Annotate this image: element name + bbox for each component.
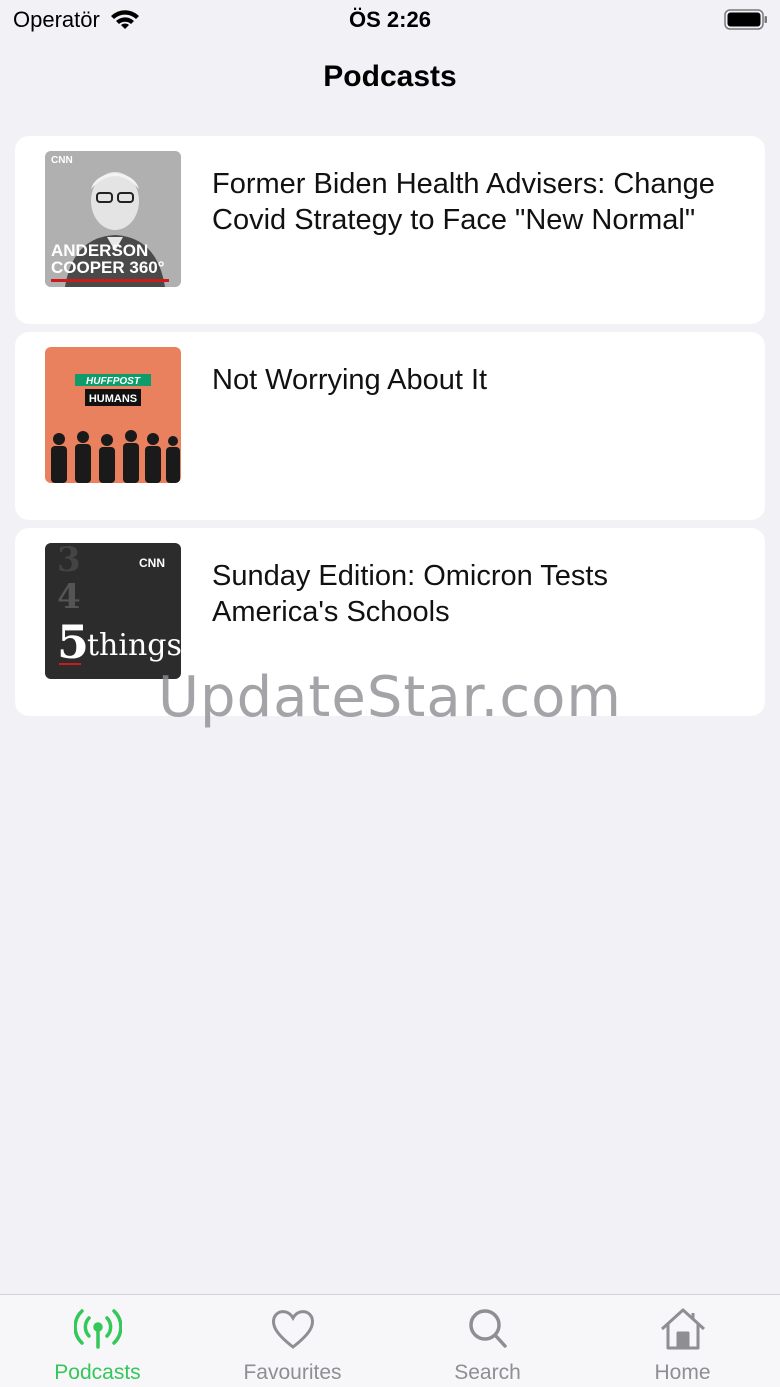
artwork-word: things [87,628,181,663]
page-title: Podcasts [323,60,457,93]
cnn-logo: CNN [51,155,73,166]
status-bar: Operatör ÖS 2:26 [0,0,780,40]
episode-card[interactable]: HUFFPOST HUMANS Not Worrying About It [15,332,765,520]
antenna-icon [74,1309,122,1349]
tab-label: Home [654,1361,711,1384]
episode-card[interactable]: CNN ANDERSON COOPER 360° Former Biden He… [15,136,765,324]
tab-label: Search [454,1361,521,1384]
tab-search[interactable]: Search [390,1295,585,1387]
artwork-ghost-number: 4 [57,577,81,617]
artwork-ghost-number: 3 [57,543,81,580]
tab-label: Favourites [243,1361,342,1384]
artwork-number: 5 [57,615,89,669]
episode-artwork: CNN ANDERSON COOPER 360° [45,151,181,287]
episode-title: Sunday Edition: Omicron Tests America's … [212,560,608,628]
tab-home[interactable]: Home [585,1295,780,1387]
heart-icon [272,1310,314,1349]
humans-badge: HUMANS [89,393,137,405]
episode-title: Not Worrying About It [212,364,488,396]
episode-artwork: HUFFPOST HUMANS [45,347,181,483]
tab-label: Podcasts [54,1361,141,1384]
episode-title: Former Biden Health Advisers: Change Cov… [212,168,715,236]
episode-artwork: 3 4 5 things CNN [45,543,181,679]
home-icon [660,1308,706,1350]
battery-icon [724,9,767,30]
cnn-logo: CNN [139,556,165,570]
huffpost-logo: HUFFPOST [86,376,141,387]
artwork-line2: COOPER 360° [51,258,165,277]
tab-podcasts[interactable]: Podcasts [0,1295,195,1387]
tab-favourites[interactable]: Favourites [195,1295,390,1387]
status-time: ÖS 2:26 [349,7,431,32]
tab-bar: Podcasts Favourites Search Home [0,1294,780,1387]
search-icon [469,1309,507,1348]
episode-list: CNN ANDERSON COOPER 360° Former Biden He… [15,136,765,724]
watermark: UpdateStar.com [158,665,622,730]
